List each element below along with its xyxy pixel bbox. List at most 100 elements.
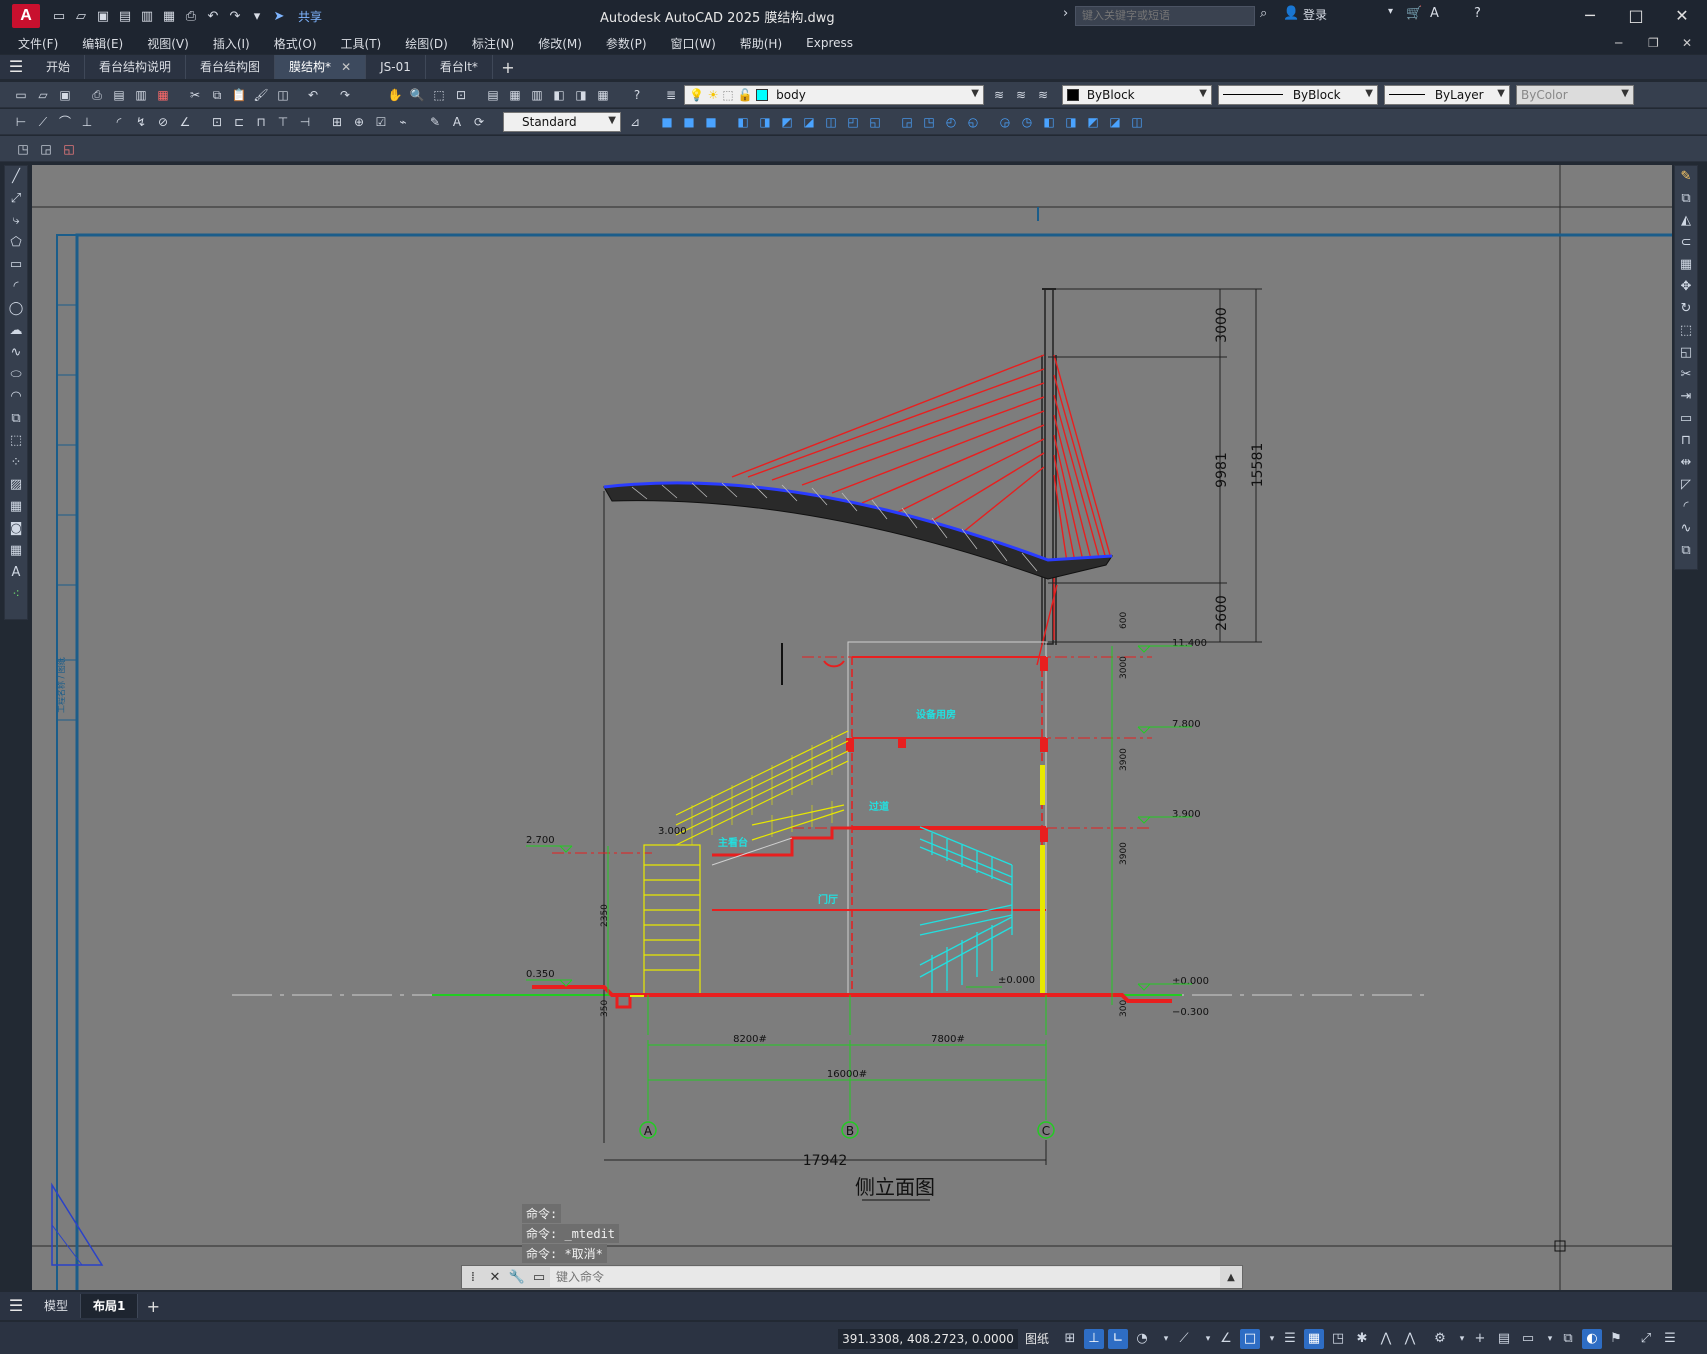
angular-icon[interactable]: ∠: [176, 113, 194, 131]
continue-icon[interactable]: ⊓: [252, 113, 270, 131]
menu-window[interactable]: 窗口(W): [659, 35, 728, 52]
copy-icon[interactable]: ⧉: [208, 86, 226, 104]
copy-object-icon[interactable]: ⧉: [1675, 188, 1697, 210]
help-icon[interactable]: ?: [628, 86, 646, 104]
circle-icon[interactable]: ◯: [5, 298, 27, 320]
make-current-icon[interactable]: ≋: [990, 86, 1008, 104]
search-expand-icon[interactable]: ›: [1063, 6, 1068, 21]
dimstyle-icon[interactable]: ⊿: [626, 113, 644, 131]
zoom-realtime-icon[interactable]: 🔍: [408, 86, 426, 104]
isolate-objects-icon[interactable]: ◐: [1582, 1329, 1602, 1349]
insert-block-icon[interactable]: ⧉: [5, 408, 27, 430]
revision-cloud-icon[interactable]: ☁: [5, 320, 27, 342]
stretch-icon[interactable]: ◱: [1675, 342, 1697, 364]
snap-icon[interactable]: ⊥: [1084, 1329, 1104, 1349]
isodraft-icon[interactable]: ∠: [1216, 1329, 1236, 1349]
qnew-icon[interactable]: ▭: [12, 86, 30, 104]
polar-dropdown-icon[interactable]: ▾: [1156, 1329, 1176, 1349]
tool-palettes-icon[interactable]: ▥: [528, 86, 546, 104]
layer-delete-icon[interactable]: ◱: [60, 140, 78, 158]
ordinate-icon[interactable]: ⊥: [78, 113, 96, 131]
help-icon[interactable]: ?: [1474, 6, 1481, 21]
linetype-dropdown[interactable]: ByBlock ▼: [1218, 85, 1378, 105]
redo-icon[interactable]: ↷: [336, 86, 354, 104]
units-icon[interactable]: ▤: [1494, 1329, 1514, 1349]
revolve-icon[interactable]: ◪: [800, 113, 818, 131]
menu-express[interactable]: Express: [794, 36, 865, 50]
ellipse-arc-icon[interactable]: ◠: [5, 386, 27, 408]
break-at-point-icon[interactable]: ▭: [1675, 408, 1697, 430]
paper-space-toggle[interactable]: 图纸: [1025, 1330, 1049, 1347]
annotation-visibility-icon[interactable]: ⋀: [1376, 1329, 1396, 1349]
zoom-window-icon[interactable]: ⬚: [430, 86, 448, 104]
gradient-icon[interactable]: ▦: [5, 496, 27, 518]
layer-properties-icon[interactable]: ≣: [662, 86, 680, 104]
break-icon[interactable]: ⊓: [1675, 430, 1697, 452]
menu-modify[interactable]: 修改(M): [526, 35, 594, 52]
move-icon[interactable]: ✥: [1675, 276, 1697, 298]
space-icon[interactable]: ⊤: [274, 113, 292, 131]
lineweight-icon[interactable]: ☰: [1280, 1329, 1300, 1349]
color-dropdown[interactable]: ByBlock ▼: [1062, 85, 1212, 105]
lock-ui-icon[interactable]: ⧉: [1558, 1329, 1578, 1349]
menu-insert[interactable]: 插入(I): [201, 35, 262, 52]
fillet-icon[interactable]: ◜: [1675, 496, 1697, 518]
region-icon[interactable]: ◙: [5, 518, 27, 540]
paste-icon[interactable]: 📋: [230, 86, 248, 104]
extend-icon[interactable]: ⇥: [1675, 386, 1697, 408]
share-icon[interactable]: ➤: [270, 7, 288, 25]
plotstyle-dropdown[interactable]: ByColor ▼: [1516, 85, 1634, 105]
save-icon[interactable]: ▣: [56, 86, 74, 104]
ortho-icon[interactable]: ∟: [1108, 1329, 1128, 1349]
tab-start[interactable]: 开始: [32, 55, 86, 79]
doc-restore-icon[interactable]: ❐: [1648, 36, 1659, 50]
loft-icon[interactable]: ◫: [822, 113, 840, 131]
layer-previous-icon[interactable]: ≋: [1012, 86, 1030, 104]
clean-screen-icon[interactable]: ⤢: [1636, 1329, 1656, 1349]
menu-edit[interactable]: 编辑(E): [70, 35, 135, 52]
minimize-button[interactable]: ─: [1570, 4, 1610, 28]
cut-icon[interactable]: ✂: [186, 86, 204, 104]
explode-icon[interactable]: ⧉: [1675, 540, 1697, 562]
dim-text-edit-icon[interactable]: A: [448, 113, 466, 131]
make-block-icon[interactable]: ⬚: [5, 430, 27, 452]
rotate-icon[interactable]: ↻: [1675, 298, 1697, 320]
inspect-icon[interactable]: ☑: [372, 113, 390, 131]
tolerance-icon[interactable]: ⊞: [328, 113, 346, 131]
share-button[interactable]: 共享: [298, 8, 322, 25]
menu-help[interactable]: 帮助(H): [728, 35, 794, 52]
osnap-icon[interactable]: □: [1240, 1329, 1260, 1349]
rectangle-icon[interactable]: ▭: [5, 254, 27, 276]
layout-menu-icon[interactable]: ☰: [0, 1294, 32, 1318]
coordinate-readout[interactable]: 391.3308, 408.2723, 0.0000: [838, 1329, 1018, 1349]
tab-stand-notes[interactable]: 看台结构说明: [85, 55, 187, 79]
offset-icon[interactable]: ⊂: [1675, 232, 1697, 254]
search-input[interactable]: [1075, 6, 1255, 26]
file-tabs-menu-icon[interactable]: ☰: [0, 55, 32, 79]
sweep-icon[interactable]: ◩: [778, 113, 796, 131]
polar-icon[interactable]: ◔: [1132, 1329, 1152, 1349]
erase-icon[interactable]: ✎: [1675, 166, 1697, 188]
drawing-canvas[interactable]: 工程名称 / 图纸 3000 9981 2600 15581 11.400 7.…: [32, 165, 1672, 1290]
publish-icon[interactable]: ▥: [132, 86, 150, 104]
arc-length-icon[interactable]: ⌒: [56, 113, 74, 131]
new-tab-icon[interactable]: +: [493, 58, 523, 77]
undo-icon[interactable]: ↶: [304, 86, 322, 104]
polyline-icon[interactable]: ⤷: [5, 210, 27, 232]
app-menu-button[interactable]: A: [12, 4, 40, 28]
menu-view[interactable]: 视图(V): [135, 35, 201, 52]
3d-print-icon[interactable]: ▦: [154, 86, 172, 104]
dim-update-icon[interactable]: ⟳: [470, 113, 488, 131]
array-icon[interactable]: ▦: [1675, 254, 1697, 276]
aligned-dimension-icon[interactable]: ⟋: [34, 113, 52, 131]
construction-line-icon[interactable]: ⤢: [5, 188, 27, 210]
radius-icon[interactable]: ◜: [110, 113, 128, 131]
history-expand-icon[interactable]: ▲: [1220, 1272, 1242, 1283]
menu-dimension[interactable]: 标注(N): [460, 35, 526, 52]
workspace-dropdown-icon[interactable]: ▾: [1452, 1329, 1472, 1349]
save-web-icon[interactable]: ▦: [160, 7, 178, 25]
autodesk-app-icon[interactable]: A: [1430, 6, 1439, 21]
menu-format[interactable]: 格式(O): [262, 35, 329, 52]
annotation-scale-icon[interactable]: ⋀: [1400, 1329, 1420, 1349]
menu-file[interactable]: 文件(F): [0, 35, 70, 52]
